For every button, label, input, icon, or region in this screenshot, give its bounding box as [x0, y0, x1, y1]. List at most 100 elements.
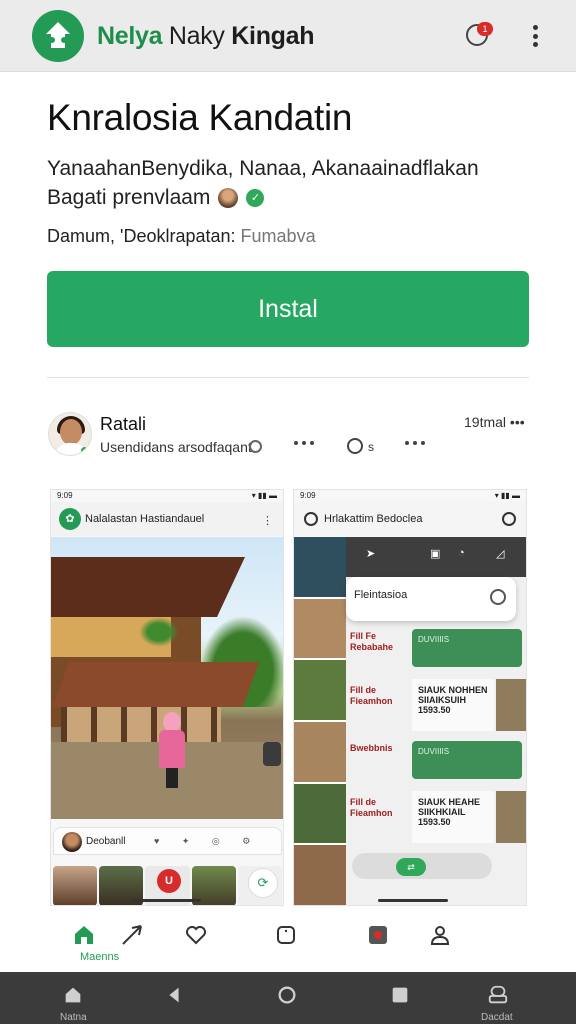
refresh-icon: ⟳: [248, 868, 278, 898]
home-icon: [75, 926, 93, 944]
result-row: Bwebbnis DUVIIIIS: [350, 737, 526, 789]
install-button[interactable]: Instal: [47, 271, 529, 347]
nav-recents-button[interactable]: [380, 984, 420, 1024]
tab-active-label[interactable]: Maenns: [80, 951, 119, 963]
mini-app-title: Nalalastan Hastiandauel: [85, 513, 205, 525]
post-time-text: 19tmal: [464, 414, 507, 430]
nav-home-label: Natna: [60, 1012, 87, 1023]
row-left-text: Bwebbnis: [350, 743, 393, 753]
tab-profile[interactable]: [420, 919, 460, 967]
result-row: Fill Fe Rebabahe DUVIIIIS: [350, 625, 526, 677]
red-action-icon: U: [157, 869, 181, 893]
row-left-text: Fill Fe Rebabahe: [350, 631, 394, 652]
status-icons-right: ▾ ▮▮ ▬: [494, 491, 520, 500]
story-action-icons: ♥ ✦ ◎ ⚙: [154, 836, 261, 846]
notification-badge: 1: [477, 22, 493, 36]
mini-app-bar: ✿ Nalalastan Hastiandauel ⋮: [51, 502, 283, 536]
mini-app-bar-right: Hrlakattim Bedoclea: [294, 502, 526, 536]
app-bar: Nelya Naky Kingah 1: [0, 0, 576, 72]
row-left-text: Fill de Fieamhon: [350, 797, 393, 818]
mini-more-icon: ⋮: [262, 515, 273, 527]
comment-count: s: [368, 440, 374, 454]
send-icon: [122, 925, 142, 945]
nav-back-button[interactable]: [154, 984, 194, 1024]
globe-icon: [249, 440, 262, 453]
account-icon: [488, 985, 508, 1004]
result-row: Fill de Fieamhon SIAUK NOHHEN SIIAIKSUIH…: [350, 679, 526, 731]
story-avatar: [62, 832, 82, 852]
tab-messages[interactable]: [266, 919, 306, 967]
village-photo: [51, 537, 283, 819]
home-outline-icon: [65, 987, 81, 1003]
comment-icon[interactable]: [347, 438, 363, 454]
status-bar: 9:09 ▾ ▮▮ ▬: [51, 490, 283, 502]
heart-icon: [186, 926, 206, 945]
status-bar-right: 9:09 ▾ ▮▮ ▬: [294, 490, 526, 502]
description-line2: Bagati prenvlaam ✓: [47, 186, 265, 210]
app-name-part2: Naky: [168, 22, 225, 50]
author-avatar[interactable]: [48, 412, 92, 456]
share-dots-icon[interactable]: [405, 441, 425, 445]
publisher-avatar: [218, 188, 239, 208]
description-line1: YanaahanBenydika, Nanaa, Akanaainadflaka…: [47, 157, 479, 180]
tab-gallery[interactable]: [358, 919, 398, 967]
app-name-part1: Nelya: [97, 22, 163, 50]
row-green-box: DUVIIIIS: [412, 629, 522, 667]
app-logo-icon[interactable]: [32, 10, 84, 62]
system-nav-bar: Natna Dacdat: [0, 972, 576, 1024]
row-photo: [496, 679, 526, 731]
home-indicator: [131, 899, 201, 902]
description-line2-text: Bagati prenvlaam: [47, 186, 211, 209]
status-time: 9:09: [57, 491, 73, 500]
row-left-text: Fill de Fieamhon: [350, 685, 393, 706]
app-name: Nelya Naky Kingah: [97, 22, 315, 51]
info-icon: [502, 512, 516, 526]
row-white-box: SIAUK NOHHEN SIIAIKSUIH 1593.50: [412, 679, 494, 731]
popup-card: Fleintasioa: [346, 577, 516, 621]
nav-home-circle-button[interactable]: [267, 984, 307, 1024]
row-green-box: DUVIIIIS: [412, 741, 522, 779]
verified-check-icon: ✓: [246, 189, 265, 207]
story-name: Deobanll: [86, 836, 126, 847]
back-triangle-icon: [169, 987, 179, 1003]
nav-right-label: Dacdat: [481, 1012, 513, 1023]
story-card: Deobanll ♥ ✦ ◎ ⚙: [53, 827, 282, 855]
author-subtitle: Usendidans arsodfaqant: [100, 439, 252, 455]
circle-icon: [278, 986, 296, 1004]
square-icon: [277, 926, 295, 944]
recents-square-icon: [392, 987, 408, 1003]
child-figure: [157, 712, 187, 790]
mini-app-title-right: Hrlakattim Bedoclea: [324, 513, 423, 525]
result-row: Fill de Fieamhon SIAUK HEAHE SIIKHKIAIL …: [350, 791, 526, 843]
image-strip: [294, 537, 346, 905]
more-options-icon[interactable]: [528, 22, 542, 50]
author-name[interactable]: Ratali: [100, 414, 146, 435]
bottom-green-button: ⇄: [396, 858, 426, 876]
popup-close-icon: [490, 589, 506, 605]
gallery-icon: [369, 926, 387, 944]
content-panel: ➤ ▣ ◔ ◿ Fleintasioa Fill Fe Rebabahe DUV…: [346, 537, 526, 905]
meta-prefix: Damum, 'Deoklrapatan:: [47, 226, 236, 246]
status-icons: ▾ ▮▮ ▬: [251, 491, 277, 500]
tab-favorites[interactable]: [176, 919, 216, 967]
row-white-box: SIAUK HEAHE SIIKHKIAIL 1593.50: [412, 791, 494, 843]
meta-suffix: Fumabva: [240, 226, 316, 246]
home-indicator-right: [378, 899, 448, 902]
dark-toolbar: ➤ ▣ ◔ ◿: [346, 537, 526, 577]
popup-title: Fleintasioa: [354, 589, 408, 601]
mini-app-logo-icon: ✿: [59, 508, 81, 530]
screenshot-left[interactable]: 9:09 ▾ ▮▮ ▬ ✿ Nalalastan Hastiandauel ⋮ …: [50, 489, 284, 906]
notifications-button[interactable]: 1: [466, 22, 494, 50]
more-dots-icon[interactable]: [294, 441, 314, 445]
bottom-tab-bar: Maenns: [0, 915, 576, 971]
divider: [47, 377, 529, 378]
post-time: 19tmal •••: [464, 414, 525, 430]
screenshot-right[interactable]: 9:09 ▾ ▮▮ ▬ Hrlakattim Bedoclea ➤ ▣ ◔ ◿ …: [293, 489, 527, 906]
back-icon: [304, 512, 318, 526]
status-time-right: 9:09: [300, 491, 316, 500]
row-photo: [496, 791, 526, 843]
app-name-part3: Kingah: [231, 22, 315, 50]
page-title: Knralosia Kandatin: [47, 97, 353, 138]
meta-line: Damum, 'Deoklrapatan: Fumabva: [47, 226, 316, 247]
profile-icon: [430, 926, 450, 945]
